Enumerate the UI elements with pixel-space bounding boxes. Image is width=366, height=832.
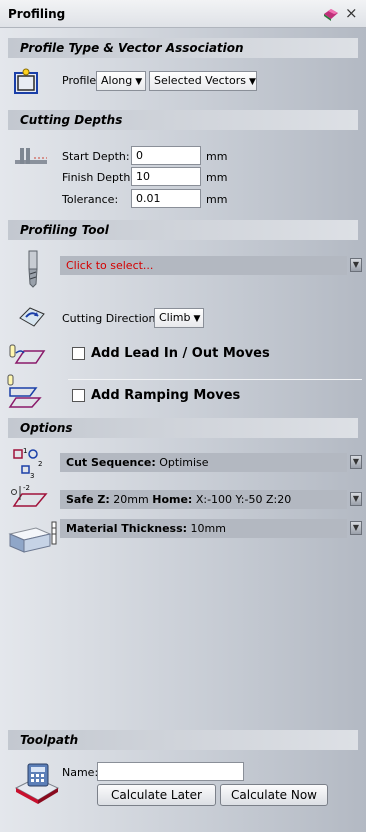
divider bbox=[68, 379, 362, 380]
close-icon[interactable]: × bbox=[345, 4, 358, 22]
profile-label: Profile bbox=[62, 74, 97, 87]
section-toolpath: Toolpath bbox=[8, 730, 358, 750]
safe-z-bar[interactable]: Safe Z: 20mm Home: X:-100 Y:-50 Z:20 bbox=[60, 490, 347, 509]
toolpath-name-input[interactable] bbox=[97, 762, 244, 781]
start-depth-unit: mm bbox=[206, 150, 228, 163]
cutting-direction-dropdown[interactable]: Climb ▼ bbox=[154, 308, 204, 328]
expand-icon[interactable]: ▼ bbox=[350, 258, 362, 272]
chevron-down-icon: ▼ bbox=[135, 77, 143, 87]
svg-text:2: 2 bbox=[38, 460, 42, 468]
tool-bit-icon bbox=[28, 250, 38, 288]
safe-z-icon: -2 bbox=[11, 484, 48, 507]
cut-sequence-icon: 1 2 3 bbox=[13, 447, 42, 480]
tolerance-label: Tolerance: bbox=[62, 193, 119, 206]
expand-icon[interactable]: ▼ bbox=[350, 492, 362, 506]
home-value: X:-100 Y:-50 Z:20 bbox=[195, 493, 292, 506]
svg-text:1: 1 bbox=[23, 447, 27, 455]
ramping-label: Add Ramping Moves bbox=[91, 388, 241, 403]
section-profile-type: Profile Type & Vector Association bbox=[8, 38, 358, 58]
finish-depth-label: Finish Depth: bbox=[62, 171, 135, 184]
start-depth-input[interactable]: 0 bbox=[131, 146, 201, 165]
profile-side-value: Along bbox=[101, 74, 133, 87]
lead-in-icon bbox=[9, 344, 46, 364]
expand-icon[interactable]: ▼ bbox=[350, 521, 362, 535]
safe-z-label: Safe Z: bbox=[66, 493, 110, 506]
thickness-value: 10mm bbox=[190, 522, 226, 535]
tolerance-input[interactable]: 0.01 bbox=[131, 189, 201, 208]
finish-depth-unit: mm bbox=[206, 171, 228, 184]
toolpath-name-label: Name: bbox=[62, 766, 99, 779]
chevron-down-icon: ▼ bbox=[248, 77, 256, 87]
profile-vector-icon bbox=[14, 68, 38, 94]
panel-titlebar: Profiling × bbox=[0, 0, 366, 28]
cutting-direction-icon bbox=[19, 307, 45, 327]
panel-title: Profiling bbox=[8, 7, 66, 21]
material-thickness-bar[interactable]: Material Thickness: 10mm bbox=[60, 519, 347, 538]
svg-text:3: 3 bbox=[30, 472, 34, 480]
start-depth-label: Start Depth: bbox=[62, 150, 130, 163]
calculate-now-button[interactable]: Calculate Now bbox=[220, 784, 328, 806]
cut-sequence-bar[interactable]: Cut Sequence: Optimise bbox=[60, 453, 347, 472]
home-label: Home: bbox=[152, 493, 193, 506]
section-profiling-tool: Profiling Tool bbox=[8, 220, 358, 240]
toolpath-calculator-icon bbox=[14, 763, 60, 804]
expand-icon[interactable]: ▼ bbox=[350, 455, 362, 469]
calculate-later-button[interactable]: Calculate Later bbox=[97, 784, 216, 806]
finish-depth-input[interactable]: 10 bbox=[131, 167, 201, 186]
material-thickness-icon bbox=[8, 521, 57, 553]
ramping-icon bbox=[7, 374, 42, 408]
tool-select-bar[interactable]: Click to select... bbox=[60, 256, 347, 275]
svg-text:-2: -2 bbox=[23, 484, 30, 492]
tolerance-unit: mm bbox=[206, 193, 228, 206]
section-cutting-depths: Cutting Depths bbox=[8, 110, 358, 130]
lead-in-checkbox[interactable] bbox=[72, 347, 85, 360]
section-options: Options bbox=[8, 418, 358, 438]
cutting-depth-icon bbox=[15, 148, 47, 164]
profile-selection-value: Selected Vectors bbox=[154, 74, 246, 87]
profile-selection-dropdown[interactable]: Selected Vectors ▼ bbox=[149, 71, 257, 91]
cut-sequence-value: Optimise bbox=[159, 456, 209, 469]
profile-side-dropdown[interactable]: Along ▼ bbox=[96, 71, 146, 91]
pin-icon[interactable] bbox=[322, 7, 340, 21]
ramping-checkbox[interactable] bbox=[72, 389, 85, 402]
cut-sequence-label: Cut Sequence: bbox=[66, 456, 156, 469]
thickness-label: Material Thickness: bbox=[66, 522, 188, 535]
chevron-down-icon: ▼ bbox=[193, 314, 201, 324]
cutting-direction-label: Cutting Direction: bbox=[62, 312, 160, 325]
safe-z-value: 20mm bbox=[113, 493, 149, 506]
cutting-direction-value: Climb bbox=[159, 311, 191, 324]
lead-in-label: Add Lead In / Out Moves bbox=[91, 346, 270, 361]
